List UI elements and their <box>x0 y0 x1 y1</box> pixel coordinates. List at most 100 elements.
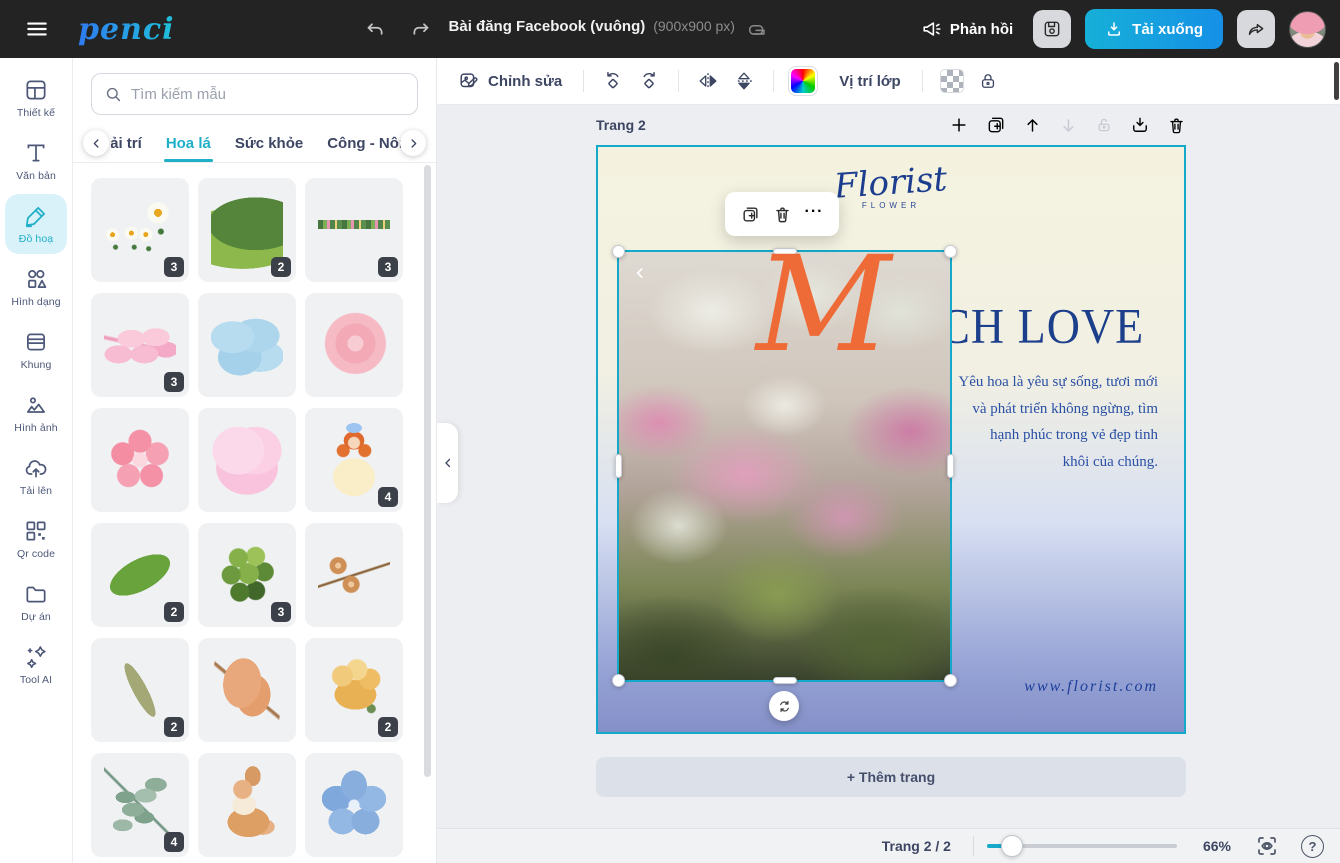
resize-handle-sw[interactable] <box>612 674 625 687</box>
variant-count-badge: 4 <box>378 487 398 507</box>
design-icon <box>23 77 49 103</box>
rotate-left-icon[interactable] <box>597 65 629 97</box>
preview-icon[interactable] <box>1255 834 1279 858</box>
graphic-thumbnail[interactable] <box>198 753 296 857</box>
graphic-thumbnail[interactable]: 3 <box>198 523 296 627</box>
rotate-right-icon[interactable] <box>633 65 665 97</box>
graphic-thumbnail[interactable]: 3 <box>305 178 403 282</box>
resize-icon[interactable] <box>747 18 769 40</box>
undo-icon[interactable] <box>365 19 386 40</box>
duplicate-element-icon[interactable] <box>741 205 760 224</box>
move-page-down-icon[interactable] <box>1059 116 1078 135</box>
shapes-icon <box>23 266 49 292</box>
panel-scrollbar[interactable] <box>424 165 431 777</box>
add-element-icon[interactable] <box>949 115 969 135</box>
move-page-up-icon[interactable] <box>1023 116 1042 135</box>
graphic-thumbnail[interactable] <box>305 293 403 397</box>
graphic-thumbnail[interactable]: 2 <box>91 638 189 742</box>
graphic-thumbnail[interactable]: 4 <box>91 753 189 857</box>
tab-giai-tri[interactable]: ải trí <box>111 124 154 162</box>
sidebar-item-design[interactable]: Thiết kế <box>5 68 67 128</box>
sidebar-item-projects[interactable]: Dự án <box>5 572 67 632</box>
sidebar-item-upload[interactable]: Tải lên <box>5 446 67 506</box>
share-button[interactable] <box>1237 10 1275 48</box>
resize-handle-s[interactable] <box>773 677 797 684</box>
resize-handle-nw[interactable] <box>612 245 625 258</box>
graphic-thumbnail[interactable] <box>198 408 296 512</box>
variant-count-badge: 4 <box>164 832 184 852</box>
delete-page-icon[interactable] <box>1167 116 1186 135</box>
body-text[interactable]: Yêu hoa là yêu sự sống, tươi mới và phát… <box>940 369 1158 476</box>
text-icon <box>23 140 49 166</box>
graphic-thumbnail[interactable]: 2 <box>91 523 189 627</box>
design-canvas[interactable]: Florist FLOWER ··· <box>596 145 1186 734</box>
graphic-thumbnail[interactable]: 3 <box>91 293 189 397</box>
layer-position-button[interactable]: Vị trí lớp <box>831 67 909 96</box>
avatar[interactable] <box>1289 11 1326 48</box>
download-button[interactable]: Tải xuống <box>1085 9 1223 49</box>
upload-icon <box>23 455 49 481</box>
edit-image-button[interactable]: Chỉnh sửa <box>450 64 570 98</box>
resize-handle-se[interactable] <box>944 674 957 687</box>
save-button[interactable] <box>1033 10 1071 48</box>
redo-icon[interactable] <box>410 19 431 40</box>
lock-icon[interactable] <box>972 65 1004 97</box>
image-prev-arrow-icon[interactable] <box>633 266 647 280</box>
zoom-slider-knob[interactable] <box>1001 835 1023 857</box>
graphic-thumbnail[interactable]: 2 <box>198 178 296 282</box>
website-text[interactable]: www.florist.com <box>1024 678 1158 696</box>
variant-count-badge: 2 <box>378 717 398 737</box>
color-picker-swatch[interactable] <box>787 65 819 97</box>
tab-cong-nong-nghiep[interactable]: Công - Nông ng <box>315 124 406 162</box>
resize-handle-e[interactable] <box>947 454 954 478</box>
window-scrollbar-thumb[interactable] <box>1334 62 1339 100</box>
add-page-button[interactable]: + Thêm trang <box>596 757 1186 797</box>
history-controls <box>365 19 431 40</box>
sparkles-icon <box>23 644 49 670</box>
more-options-icon[interactable]: ··· <box>805 203 824 225</box>
graphic-thumbnail[interactable]: 3 <box>91 178 189 282</box>
panel-collapse-handle[interactable] <box>437 423 458 503</box>
resize-handle-ne[interactable] <box>944 245 957 258</box>
flip-vertical-icon[interactable] <box>728 65 760 97</box>
sidebar-item-text[interactable]: Văn bản <box>5 131 67 191</box>
resize-handle-w[interactable] <box>615 454 622 478</box>
graphic-thumbnail[interactable] <box>305 523 403 627</box>
graphic-thumbnail[interactable] <box>198 293 296 397</box>
transparency-icon[interactable] <box>936 65 968 97</box>
menu-icon[interactable] <box>14 6 60 52</box>
sidebar-item-shapes[interactable]: Hình dạng <box>5 257 67 317</box>
zoom-slider[interactable] <box>987 836 1177 856</box>
sidebar-item-ai-tools[interactable]: Tool AI <box>5 635 67 695</box>
sidebar-item-qrcode[interactable]: Qr code <box>5 509 67 569</box>
tabs-scroll-left-button[interactable] <box>83 130 109 156</box>
app-logo[interactable]: penci <box>78 12 175 47</box>
sidebar-item-image[interactable]: Hình ảnh <box>5 383 67 443</box>
graphic-thumbnail[interactable]: 4 <box>305 408 403 512</box>
header-actions: Phản hồi Tải xuống <box>921 9 1340 49</box>
tab-hoa-la[interactable]: Hoa lá <box>154 124 223 162</box>
duplicate-page-icon[interactable] <box>986 115 1006 135</box>
sidebar-item-frame[interactable]: Khung <box>5 320 67 380</box>
delete-element-icon[interactable] <box>773 205 792 224</box>
graphic-thumbnail[interactable] <box>305 753 403 857</box>
download-page-icon[interactable] <box>1130 115 1150 135</box>
tabs-scroll-right-button[interactable] <box>400 130 426 156</box>
variant-count-badge: 3 <box>271 602 291 622</box>
tab-suc-khoe[interactable]: Sức khỏe <box>223 124 315 162</box>
help-icon[interactable]: ? <box>1301 835 1324 858</box>
search-input[interactable] <box>131 86 405 103</box>
graphic-thumbnail[interactable]: 2 <box>305 638 403 742</box>
flip-horizontal-icon[interactable] <box>692 65 724 97</box>
document-title[interactable]: Bài đăng Facebook (vuông) <box>449 18 646 35</box>
unlock-page-icon[interactable] <box>1095 116 1113 134</box>
rotate-element-handle[interactable] <box>769 691 799 721</box>
graphic-thumbnail[interactable] <box>198 638 296 742</box>
headline-initial[interactable]: M <box>756 239 891 371</box>
selection-toolbar: ··· <box>725 192 839 236</box>
feedback-button[interactable]: Phản hồi <box>921 18 1013 40</box>
graphic-thumbnail[interactable] <box>91 408 189 512</box>
sidebar-item-graphics[interactable]: Đồ hoạ <box>5 194 67 254</box>
category-tabs: ải trí Hoa lá Sức khỏe Công - Nông ng <box>73 124 436 163</box>
brand-logo[interactable]: Florist FLOWER <box>598 163 1184 210</box>
